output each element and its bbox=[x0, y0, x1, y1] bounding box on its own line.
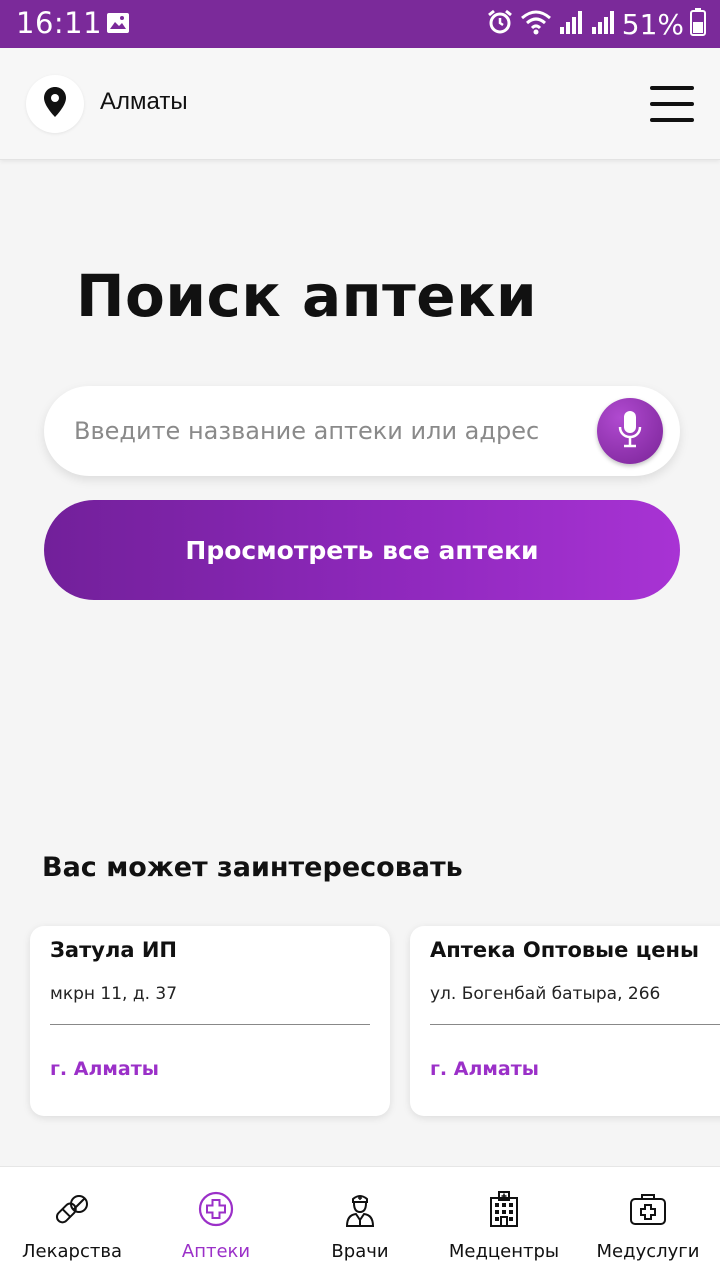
nav-label: Медуслуги bbox=[596, 1241, 700, 1262]
signal-icon bbox=[590, 9, 616, 39]
nav-label: Медцентры bbox=[448, 1241, 560, 1262]
page-title: Поиск аптеки bbox=[76, 262, 538, 330]
search-box bbox=[44, 386, 680, 476]
battery-icon bbox=[690, 8, 706, 40]
medical-kit-icon bbox=[628, 1189, 668, 1229]
status-icons: 51% bbox=[486, 6, 706, 42]
app-header: Алматы bbox=[0, 48, 720, 160]
nav-item-medcenters[interactable]: Медцентры bbox=[432, 1167, 576, 1280]
pharmacy-cross-icon bbox=[196, 1189, 236, 1229]
alarm-icon bbox=[486, 8, 514, 40]
nav-label: Врачи bbox=[331, 1241, 389, 1262]
recommendations-heading: Вас может заинтересовать bbox=[42, 852, 463, 883]
search-input[interactable] bbox=[74, 408, 594, 454]
mic-button[interactable] bbox=[597, 398, 663, 464]
divider bbox=[50, 1024, 370, 1025]
divider bbox=[430, 1024, 720, 1025]
pharmacy-address: мкрн 11, д. 37 bbox=[50, 984, 178, 1004]
microphone-icon bbox=[617, 409, 643, 453]
gallery-icon bbox=[106, 12, 130, 34]
nav-item-pharmacies[interactable]: Аптеки bbox=[144, 1167, 288, 1280]
pharmacy-name: Аптека Оптовые цены bbox=[430, 938, 700, 962]
pharmacy-city: г. Алматы bbox=[430, 1058, 539, 1080]
location-button[interactable] bbox=[26, 75, 84, 133]
signal-icon bbox=[558, 9, 584, 39]
pharmacy-card[interactable]: Аптека Оптовые цены ул. Богенбай батыра,… bbox=[410, 926, 720, 1116]
pharmacy-address: ул. Богенбай батыра, 266 bbox=[430, 984, 661, 1004]
battery-percent: 51% bbox=[621, 7, 684, 41]
pharmacy-name: Затула ИП bbox=[50, 938, 177, 962]
wifi-icon bbox=[520, 9, 552, 39]
pharmacy-city: г. Алматы bbox=[50, 1058, 159, 1080]
nav-item-medservices[interactable]: Медуслуги bbox=[576, 1167, 720, 1280]
pharmacy-card[interactable]: Затула ИП мкрн 11, д. 37 г. Алматы bbox=[30, 926, 390, 1116]
nav-label: Аптеки bbox=[181, 1241, 251, 1262]
city-label[interactable]: Алматы bbox=[100, 88, 188, 116]
view-all-pharmacies-button[interactable]: Просмотреть все аптеки bbox=[44, 500, 680, 600]
doctor-icon bbox=[340, 1189, 380, 1229]
status-bar: 16:11 51% bbox=[0, 0, 720, 48]
status-time: 16:11 bbox=[16, 6, 103, 40]
nav-item-medicines[interactable]: Лекарства bbox=[0, 1167, 144, 1280]
hamburger-menu-icon[interactable] bbox=[650, 86, 694, 122]
hospital-building-icon bbox=[484, 1189, 524, 1229]
nav-label: Лекарства bbox=[22, 1241, 122, 1262]
bottom-nav: Лекарства Аптеки Врачи Медцентры Медуслу… bbox=[0, 1166, 720, 1280]
nav-item-doctors[interactable]: Врачи bbox=[288, 1167, 432, 1280]
location-pin-icon bbox=[42, 86, 68, 122]
pills-icon bbox=[52, 1189, 92, 1229]
